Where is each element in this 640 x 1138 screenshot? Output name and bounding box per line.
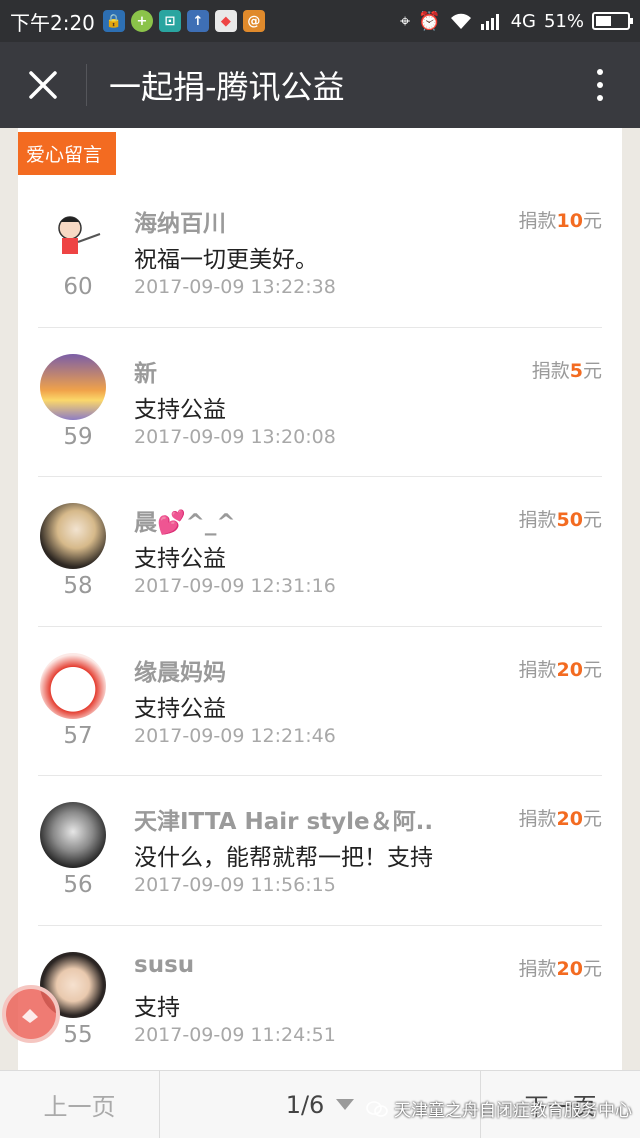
donor-message: 支持 [134, 994, 180, 1021]
avatar [40, 353, 106, 420]
donor-name: 缘晨妈妈 [134, 659, 226, 686]
donation-label: 捐款 [518, 210, 557, 232]
donation-amount: 捐款20元 [519, 954, 602, 981]
donor-message: 支持公益 [134, 396, 226, 423]
more-menu-button[interactable] [560, 42, 640, 128]
currency-label: 元 [582, 359, 602, 382]
amount-value: 5 [569, 359, 583, 382]
donor-name: 晨💕^_^ [134, 510, 236, 536]
message-card: 爱心留言 60 海纳百川 祝福一切更美好。 2017-09-09 13:22:3… [18, 128, 622, 1070]
list-item: 60 海纳百川 祝福一切更美好。 2017-09-09 13:22:38 捐款1… [38, 178, 602, 328]
chevron-down-icon [336, 1099, 355, 1110]
donation-date: 2017-09-09 11:56:15 [134, 874, 336, 896]
entry-index: 60 [63, 274, 93, 300]
amount-value: 10 [556, 210, 583, 232]
donation-date: 2017-09-09 12:21:46 [134, 724, 336, 747]
watermark-text: 天津童之舟自闭症教育服务中心 [394, 1101, 632, 1121]
currency-label: 元 [582, 957, 602, 980]
alarm-icon: ⏰ [418, 10, 441, 32]
wifi-icon [450, 13, 471, 29]
close-button[interactable] [0, 42, 86, 128]
more-dot-icon [597, 69, 603, 75]
donor-name: 新 [134, 360, 157, 387]
donor-name: 天津ITTA Hair style＆阿... [134, 809, 434, 835]
donor-name: 海纳百川 [134, 211, 226, 237]
signal-icon [480, 14, 499, 30]
amount-value: 50 [556, 509, 583, 531]
donation-label: 捐款 [518, 808, 557, 830]
donor-message: 支持公益 [134, 546, 226, 572]
donation-amount: 捐款50元 [519, 505, 602, 532]
status-bar: 下午2:20 🔒 + ⊡ ↑ ◆ @ ⌖ ⏰ 4G 51% [0, 0, 640, 42]
donation-date: 2017-09-09 12:31:16 [134, 575, 336, 597]
list-item: 58 晨💕^_^ 支持公益 2017-09-09 12:31:16 捐款50元 [38, 477, 602, 627]
battery-icon [592, 12, 633, 30]
entry-index: 58 [63, 573, 93, 599]
avatar [40, 652, 106, 719]
network-type: 4G [510, 10, 536, 32]
avatar [40, 802, 106, 868]
notification-icons: 🔒 + ⊡ ↑ ◆ @ [102, 10, 265, 32]
message-list: 60 海纳百川 祝福一切更美好。 2017-09-09 13:22:38 捐款1… [38, 178, 602, 1070]
donation-date: 2017-09-09 13:20:08 [134, 425, 336, 448]
donation-date: 2017-09-09 13:22:38 [134, 276, 336, 298]
amount-value: 20 [556, 957, 583, 980]
avatar [40, 204, 106, 270]
avatar [40, 503, 106, 569]
scan-app-icon: ⊡ [158, 10, 181, 32]
amount-value: 20 [556, 808, 583, 830]
mail-app-icon: @ [242, 10, 265, 32]
battery-percent: 51% [543, 10, 584, 32]
status-right: ⌖ ⏰ 4G 51% [400, 10, 633, 32]
list-item: 59 新 支持公益 2017-09-09 13:20:08 捐款5元 [38, 328, 602, 477]
donation-label: 捐款 [518, 658, 557, 681]
page-title: 一起捐-腾讯公益 [109, 68, 345, 106]
lock-app-icon: 🔒 [102, 10, 125, 32]
floating-action-button[interactable] [2, 985, 60, 1043]
heart-hand-icon [22, 1009, 38, 1023]
entry-index: 59 [63, 423, 93, 450]
plus-app-icon: + [130, 10, 153, 32]
title-bar: 一起捐-腾讯公益 [0, 42, 640, 128]
currency-label: 元 [582, 808, 602, 830]
list-item: 57 缘晨妈妈 支持公益 2017-09-09 12:21:46 捐款20元 [38, 627, 602, 776]
donation-label: 捐款 [531, 359, 570, 382]
donation-label: 捐款 [518, 509, 557, 531]
donation-label: 捐款 [518, 957, 557, 980]
amount-value: 20 [556, 658, 583, 681]
entry-index: 56 [63, 872, 93, 898]
donation-amount: 捐款20元 [519, 804, 602, 831]
donor-message: 祝福一切更美好。 [134, 247, 318, 273]
more-dot-icon [597, 82, 603, 88]
page-indicator: 1/6 [285, 1090, 325, 1119]
watermark: 天津童之舟自闭症教育服务中心 [366, 1096, 632, 1121]
wechat-icon [366, 1100, 388, 1117]
currency-label: 元 [582, 658, 602, 681]
donor-name: susu [134, 951, 195, 978]
currency-label: 元 [582, 210, 602, 232]
donor-message: 支持公益 [134, 695, 226, 722]
gallery-app-icon: ◆ [214, 10, 237, 32]
more-dot-icon [597, 95, 603, 101]
list-item: 56 天津ITTA Hair style＆阿... 没什么，能帮就帮一把！支持 … [38, 776, 602, 926]
location-icon: ⌖ [400, 10, 411, 32]
prev-page-button[interactable]: 上一页 [0, 1070, 160, 1138]
upload-app-icon: ↑ [186, 10, 209, 32]
currency-label: 元 [582, 509, 602, 531]
title-divider [86, 64, 87, 106]
donation-amount: 捐款10元 [519, 206, 602, 233]
donation-date: 2017-09-09 11:24:51 [134, 1023, 336, 1046]
entry-index: 57 [63, 722, 93, 749]
donation-amount: 捐款5元 [532, 356, 602, 383]
list-item: 55 susu 支持 2017-09-09 11:24:51 捐款20元 [38, 926, 602, 1071]
section-tag: 爱心留言 [18, 132, 117, 175]
donation-amount: 捐款20元 [519, 655, 602, 682]
status-time: 下午2:20 [10, 10, 95, 35]
close-icon [29, 71, 57, 99]
donor-message: 没什么，能帮就帮一把！支持 [134, 845, 433, 871]
